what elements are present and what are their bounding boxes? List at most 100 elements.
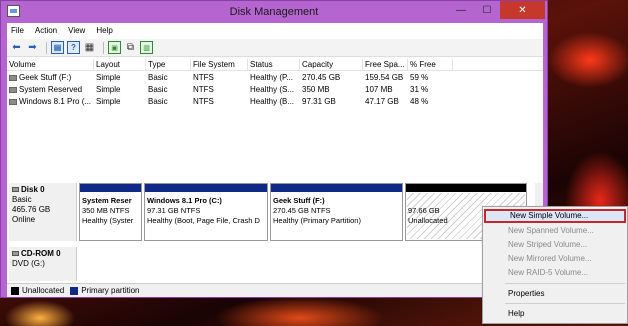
cell-capacity: 270.45 GB <box>302 73 341 82</box>
partition-size: 97.31 GB NTFS <box>147 206 201 215</box>
table-row[interactable]: System Reserved Simple Basic NTFS Health… <box>7 84 543 95</box>
maximize-button[interactable]: ☐ <box>474 1 500 19</box>
disk-icon <box>12 187 19 192</box>
cell-percent-free: 59 % <box>410 73 429 82</box>
minimize-button[interactable]: — <box>448 1 474 19</box>
partition-system-reserved[interactable]: System Reser 350 MB NTFS Healthy (Syster <box>79 183 142 241</box>
volume-icon <box>9 99 17 105</box>
partition-size: 270.45 GB NTFS <box>273 206 331 215</box>
cell-file-system: NTFS <box>193 97 214 106</box>
menu-properties[interactable]: Properties <box>484 287 626 301</box>
disk-management-window: Disk Management — ☐ ✕ File Action View H… <box>0 0 548 298</box>
cell-type: Basic <box>148 85 168 94</box>
cell-layout: Simple <box>96 97 121 106</box>
menu-action[interactable]: Action <box>35 26 57 35</box>
disk-0-size: 465.76 GB <box>12 205 51 214</box>
forward-arrow-icon[interactable]: ➡ <box>26 41 39 54</box>
col-volume[interactable]: Volume <box>7 59 94 71</box>
menu-bar: File Action View Help <box>7 23 543 38</box>
cell-capacity: 350 MB <box>302 85 330 94</box>
primary-partition-bar <box>271 184 402 192</box>
primary-partition-bar <box>145 184 267 192</box>
legend-unallocated: Unallocated <box>22 286 65 295</box>
properties-icon[interactable]: ▦ <box>83 41 96 54</box>
partition-status: Healthy (Primary Partition) <box>273 216 361 225</box>
menu-file[interactable]: File <box>11 26 24 35</box>
cell-capacity: 97.31 GB <box>302 97 336 106</box>
disk-graphical-view: Disk 0 Basic 465.76 GB Online System Res… <box>7 177 543 297</box>
table-row[interactable]: Windows 8.1 Pro (... Simple Basic NTFS H… <box>7 96 543 107</box>
partition-status: Healthy (Syster <box>82 216 134 225</box>
close-button[interactable]: ✕ <box>500 1 545 19</box>
col-free-space[interactable]: Free Spa... <box>363 59 408 71</box>
table-row[interactable]: Geek Stuff (F:) Simple Basic NTFS Health… <box>7 72 543 83</box>
help-icon[interactable]: ? <box>67 41 80 54</box>
primary-partition-bar <box>80 184 141 192</box>
unallocated-swatch <box>11 286 19 295</box>
partition-status: Healthy (Boot, Page File, Crash D <box>147 216 260 225</box>
menu-new-mirrored-volume[interactable]: New Mirrored Volume... <box>484 252 626 266</box>
toolbar-separator <box>103 41 104 54</box>
unallocated-bar <box>406 184 526 192</box>
legend: Unallocated Primary partition <box>7 283 543 297</box>
partition-name: System Reser <box>82 196 132 205</box>
col-capacity[interactable]: Capacity <box>300 59 363 71</box>
cell-free-space: 107 MB <box>365 85 393 94</box>
cdrom-0-name: CD-ROM 0 <box>21 249 61 258</box>
disk-0-type: Basic <box>12 195 32 204</box>
cell-volume: System Reserved <box>19 85 83 94</box>
cell-type: Basic <box>148 97 168 106</box>
console-icon[interactable]: ▤ <box>51 41 64 54</box>
legend-primary: Primary partition <box>81 286 140 295</box>
cell-free-space: 159.54 GB <box>365 73 404 82</box>
back-arrow-icon[interactable]: ⬅ <box>10 41 23 54</box>
partition-windows[interactable]: Windows 8.1 Pro (C:) 97.31 GB NTFS Healt… <box>144 183 268 241</box>
col-percent-free[interactable]: % Free <box>408 59 453 71</box>
title-bar[interactable]: Disk Management — ☐ ✕ <box>1 1 547 23</box>
menu-new-spanned-volume[interactable]: New Spanned Volume... <box>484 224 626 238</box>
menu-new-raid5-volume[interactable]: New RAID-5 Volume... <box>484 266 626 280</box>
menu-help[interactable]: Help <box>484 307 626 321</box>
cell-percent-free: 31 % <box>410 85 429 94</box>
toolbar: ⬅ ➡ ▤ ? ▦ ▣ ⧉ ▥ <box>7 39 543 57</box>
cell-type: Basic <box>148 73 168 82</box>
cell-percent-free: 48 % <box>410 97 429 106</box>
partition-size: 350 MB NTFS <box>82 206 130 215</box>
cell-status: Healthy (P... <box>250 73 293 82</box>
cdrom-0-label[interactable]: CD-ROM 0 DVD (G:) <box>9 247 77 281</box>
col-type[interactable]: Type <box>146 59 191 71</box>
menu-separator <box>505 303 625 304</box>
cdrom-icon <box>12 251 19 256</box>
cell-status: Healthy (B... <box>250 97 295 106</box>
disk-0-state: Online <box>12 215 36 224</box>
col-file-system[interactable]: File System <box>191 59 248 71</box>
context-menu: New Simple Volume... New Spanned Volume.… <box>482 206 628 324</box>
client-area: File Action View Help ⬅ ➡ ▤ ? ▦ ▣ ⧉ ▥ Vo… <box>7 23 543 297</box>
rescan-icon[interactable]: ⧉ <box>124 41 137 54</box>
partition-name: Geek Stuff (F:) <box>273 196 325 205</box>
col-layout[interactable]: Layout <box>94 59 146 71</box>
col-status[interactable]: Status <box>248 59 300 71</box>
menu-separator <box>505 283 625 284</box>
disk-0-label[interactable]: Disk 0 Basic 465.76 GB Online <box>9 183 77 241</box>
app-icon <box>7 5 20 17</box>
volume-list: Volume Layout Type File System Status Ca… <box>7 59 543 190</box>
partition-geek-stuff[interactable]: Geek Stuff (F:) 270.45 GB NTFS Healthy (… <box>270 183 403 241</box>
menu-new-striped-volume[interactable]: New Striped Volume... <box>484 238 626 252</box>
cell-free-space: 47.17 GB <box>365 97 399 106</box>
cell-layout: Simple <box>96 73 121 82</box>
show-hide-icon[interactable]: ▥ <box>140 41 153 54</box>
cell-volume: Windows 8.1 Pro (... <box>19 97 92 106</box>
window-title: Disk Management <box>229 6 319 18</box>
cdrom-0-type: DVD (G:) <box>12 259 45 268</box>
cell-status: Healthy (S... <box>250 85 295 94</box>
menu-view[interactable]: View <box>68 26 85 35</box>
refresh-icon[interactable]: ▣ <box>108 41 121 54</box>
volume-icon <box>9 87 17 93</box>
menu-help[interactable]: Help <box>96 26 112 35</box>
menu-new-simple-volume[interactable]: New Simple Volume... <box>484 209 626 223</box>
partition-name: Windows 8.1 Pro (C:) <box>147 196 222 205</box>
cell-layout: Simple <box>96 85 121 94</box>
cell-file-system: NTFS <box>193 85 214 94</box>
cell-volume: Geek Stuff (F:) <box>19 73 72 82</box>
